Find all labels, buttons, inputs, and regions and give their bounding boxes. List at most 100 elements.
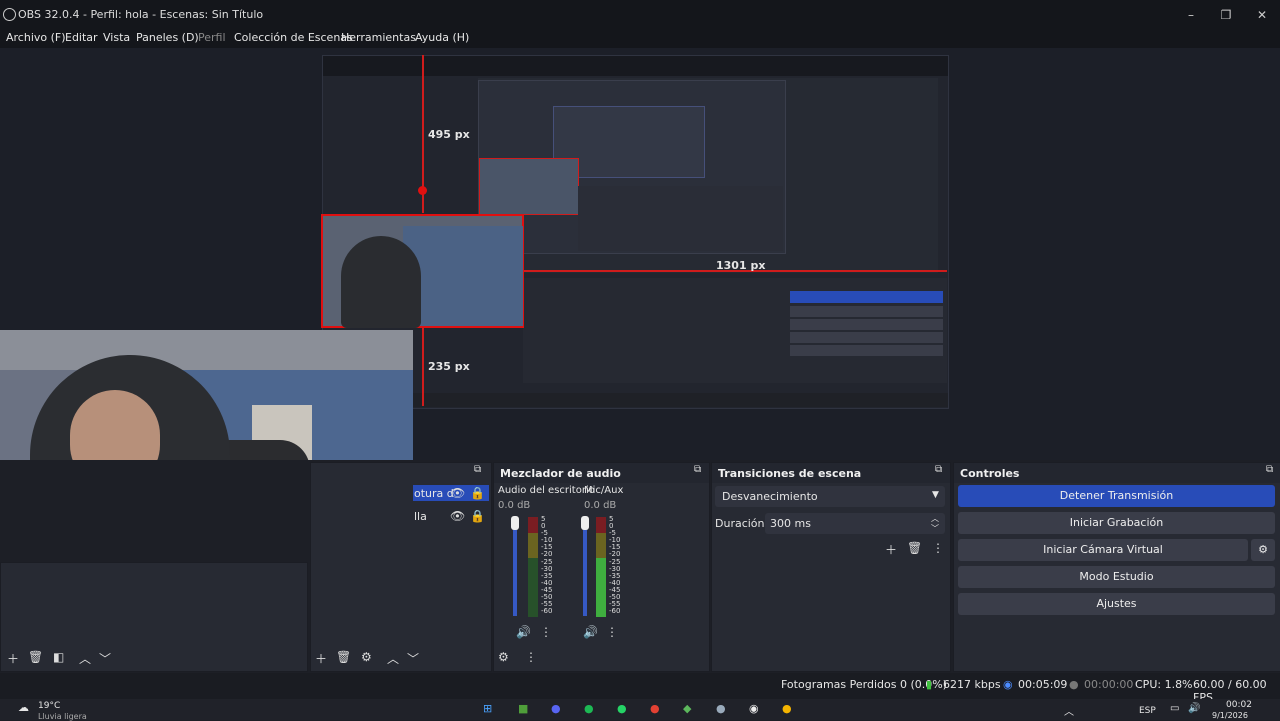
controls-title: Controles (954, 463, 1280, 483)
mixer-channel-db: 0.0 dB (498, 500, 531, 511)
source-down-icon[interactable]: ﹀ (407, 650, 419, 667)
remove-source-icon[interactable]: 🗑 (336, 650, 351, 664)
duration-value: 300 ms (770, 517, 811, 530)
menu-herramientas[interactable]: Herramientas (341, 31, 416, 44)
minecraft-icon[interactable]: ■ (518, 702, 528, 715)
start-menu-icon[interactable]: ⊞ (483, 702, 492, 715)
menu-paneles[interactable]: Paneles (D) (136, 31, 199, 44)
spin-down-icon[interactable]: ﹀ (931, 523, 939, 534)
level-meter (596, 517, 606, 617)
add-transition-icon[interactable]: ＋ (885, 541, 897, 558)
source-item-label: lla (414, 510, 427, 523)
obs-taskbar-icon[interactable]: ◉ (749, 702, 759, 715)
more-options-icon[interactable]: ⋮ (606, 625, 618, 639)
start-virtual-camera-button[interactable]: Iniciar Cámara Virtual (958, 539, 1248, 561)
weather-temp: 19°C (38, 701, 61, 711)
speaker-icon[interactable]: 🔊 (516, 625, 531, 639)
remove-transition-icon[interactable]: 🗑 (907, 541, 922, 555)
app-green-icon[interactable]: ◆ (683, 702, 691, 715)
clock-date[interactable]: 9/1/2026 (1212, 711, 1248, 720)
spotify-icon[interactable]: ● (584, 702, 594, 715)
volume-slider-handle[interactable] (511, 516, 519, 530)
obs-logo-icon (3, 8, 16, 21)
lang-indicator[interactable]: ESP (1139, 706, 1156, 716)
mixer-float-icon[interactable]: ⧉ (694, 464, 701, 475)
os-taskbar (0, 699, 1280, 720)
sources-dock-float-icon[interactable]: ⧉ (474, 464, 481, 475)
transitions-float-icon[interactable]: ⧉ (935, 464, 942, 475)
rec-time-text: 00:00:00 (1084, 678, 1134, 691)
volume-slider-handle[interactable] (581, 516, 589, 530)
menu-perfil[interactable]: Perfil (198, 31, 226, 44)
cpu-text: CPU: 1.8% (1135, 678, 1193, 691)
guide-handle[interactable] (418, 186, 427, 195)
mixer-menu-icon[interactable]: ⋮ (525, 650, 537, 664)
start-recording-button[interactable]: Iniciar Grabación (958, 512, 1275, 534)
add-source-icon[interactable]: ＋ (315, 650, 327, 667)
mixer-channel-name: Audio del escritorio (498, 485, 595, 496)
duration-spinbox[interactable]: 300 ms ︿ ﹀ (765, 513, 945, 534)
scene-down-icon[interactable]: ﹀ (99, 650, 111, 667)
maximize-button[interactable]: ❐ (1215, 6, 1237, 24)
nested-controls-button (790, 319, 943, 330)
whatsapp-icon[interactable]: ● (617, 702, 627, 715)
bitrate-text: 6217 kbps (943, 678, 1001, 691)
transition-menu-icon[interactable]: ⋮ (932, 541, 944, 555)
menu-coleccion[interactable]: Colección de Escenas (234, 31, 353, 44)
scenes-dock (0, 562, 308, 672)
clock-time[interactable]: 00:02 (1226, 700, 1252, 710)
guide-line-bottom (422, 328, 424, 406)
eye-icon[interactable]: 👁 (450, 509, 465, 523)
close-button[interactable]: ✕ (1251, 6, 1273, 24)
minimize-button[interactable]: – (1180, 6, 1202, 24)
menu-archivo[interactable]: Archivo (F) (6, 31, 66, 44)
scale-tick: -60 (541, 607, 553, 616)
steam-icon[interactable]: ● (716, 702, 726, 715)
volume-slider-track[interactable] (583, 518, 587, 616)
mixer-settings-icon[interactable]: ⚙ (498, 650, 509, 664)
scale-tick: -60 (609, 607, 621, 616)
eye-icon[interactable]: 👁 (450, 486, 465, 500)
level-meter-red (528, 517, 538, 533)
source-settings-icon[interactable]: ⚙ (361, 650, 372, 664)
transitions-title: Transiciones de escena (712, 463, 950, 483)
scene-filter-icon[interactable]: ◧ (53, 650, 64, 664)
selected-source-webcam[interactable] (321, 214, 524, 328)
lock-icon[interactable]: 🔒 (470, 486, 485, 500)
nested-controls-button (790, 306, 943, 317)
source-item-label: otura d (414, 487, 454, 500)
webcam-thumb-wall (403, 226, 523, 326)
remove-scene-icon[interactable]: 🗑 (28, 650, 43, 664)
chrome-alt-icon[interactable]: ● (782, 702, 792, 715)
tray-chevron-icon[interactable]: ︿ (1064, 703, 1074, 718)
controls-float-icon[interactable]: ⧉ (1266, 464, 1273, 475)
mixer-scale: 5 0 -5 -10 -15 -20 -25 -30 -35 -40 -45 -… (609, 515, 627, 616)
more-options-icon[interactable]: ⋮ (540, 625, 552, 639)
level-meter-red (596, 517, 606, 533)
volume-icon[interactable]: 🔊 (1188, 703, 1200, 714)
frames-lost-text: Fotogramas Perdidos 0 (0.0%) (781, 678, 947, 691)
chrome-icon[interactable]: ● (650, 702, 660, 715)
stream-status-icon: ◉ (1003, 678, 1013, 691)
measure-bottom-label: 235 px (428, 360, 470, 373)
studio-mode-button[interactable]: Modo Estudio (958, 566, 1275, 588)
add-scene-icon[interactable]: ＋ (7, 650, 19, 667)
menu-ayuda[interactable]: Ayuda (H) (415, 31, 469, 44)
virtual-camera-settings-button[interactable]: ⚙ (1251, 539, 1275, 561)
stop-streaming-button[interactable]: Detener Transmisión (958, 485, 1275, 507)
weather-icon: ☁ (18, 701, 29, 714)
settings-button[interactable]: Ajustes (958, 593, 1275, 615)
level-meter-yellow (596, 533, 606, 558)
discord-icon[interactable]: ● (551, 702, 561, 715)
network-icon[interactable]: ▭ (1170, 703, 1179, 714)
scene-up-icon[interactable]: ︿ (79, 650, 91, 667)
nested-webcam-thumb (479, 158, 579, 215)
mixer-scale: 5 0 -5 -10 -15 -20 -25 -30 -35 -40 -45 -… (541, 515, 559, 616)
transition-select[interactable]: Desvanecimiento ▼ (715, 486, 945, 507)
menu-editar[interactable]: Editar (65, 31, 98, 44)
volume-slider-track[interactable] (513, 518, 517, 616)
speaker-icon[interactable]: 🔊 (583, 625, 598, 639)
source-up-icon[interactable]: ︿ (387, 650, 399, 667)
menu-vista[interactable]: Vista (103, 31, 130, 44)
lock-icon[interactable]: 🔒 (470, 509, 485, 523)
